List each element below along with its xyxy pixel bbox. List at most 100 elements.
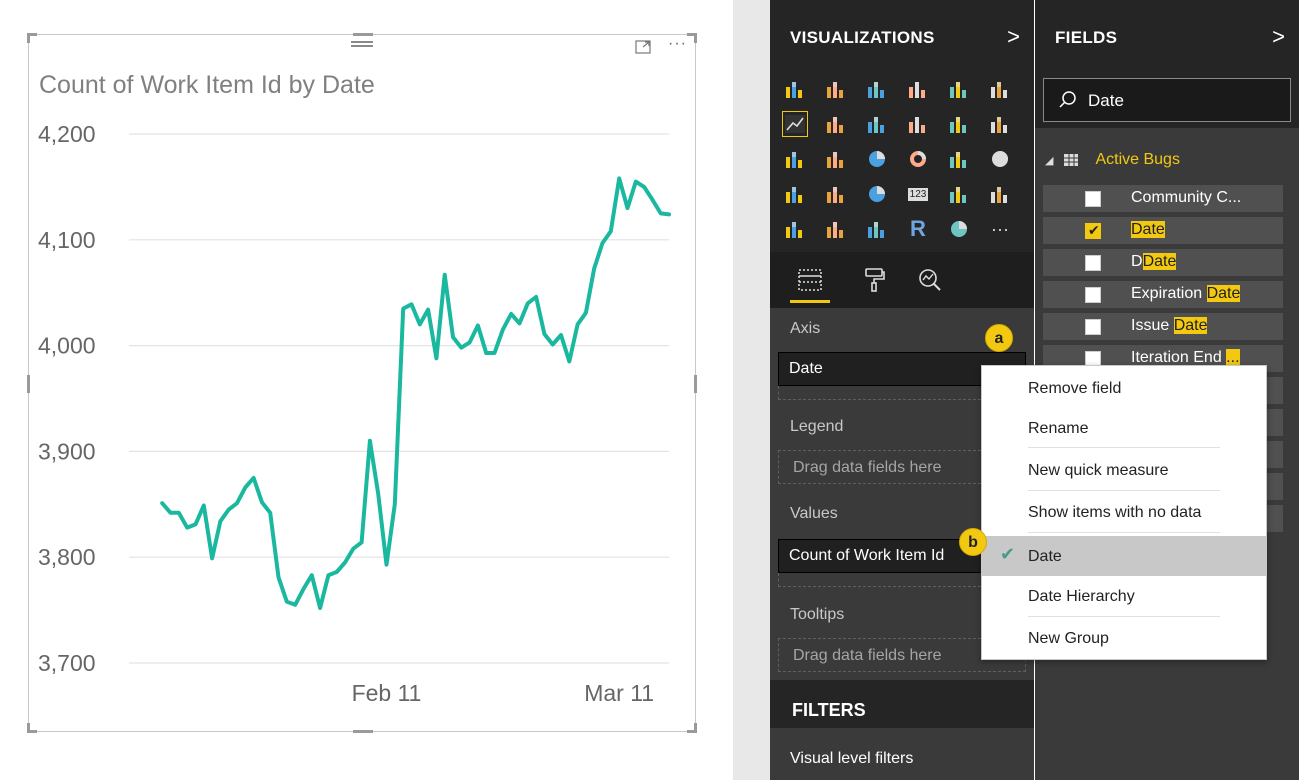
visualizations-title: VISUALIZATIONS: [790, 28, 935, 47]
chart-plot: 4,200 4,100 4,000 3,900 3,800 3,700 Feb 11 Mar …: [38, 121, 671, 706]
field-row[interactable]: Expiration Date: [1043, 281, 1283, 308]
100-stacked-bar-icon[interactable]: [946, 76, 972, 102]
field-name: Date: [1131, 221, 1165, 239]
multirow-card-icon[interactable]: [946, 181, 972, 207]
axis-well-label: Axis: [790, 320, 821, 337]
field-name-text: Community C...: [1131, 189, 1242, 206]
field-row[interactable]: Date: [1043, 217, 1283, 244]
r-visual-icon[interactable]: R: [905, 216, 931, 242]
stacked-area-icon[interactable]: [864, 111, 890, 137]
menu-item-remove-field[interactable]: Remove field: [982, 368, 1266, 408]
analytics-magnifier-icon[interactable]: [910, 260, 950, 300]
map-icon[interactable]: [987, 146, 1013, 172]
axis-field-name: Date: [789, 360, 823, 377]
y-tick-label: 3,700: [38, 650, 96, 676]
field-name: Expiration Date: [1131, 285, 1241, 303]
table-name: Active Bugs: [1095, 151, 1180, 168]
waterfall-icon[interactable]: [782, 146, 808, 172]
treemap-icon[interactable]: [946, 146, 972, 172]
more-glyph: ···: [991, 218, 1009, 239]
x-tick-label: Feb 11: [352, 680, 422, 706]
funnel-icon[interactable]: [823, 181, 849, 207]
field-name-text: Issue: [1131, 317, 1174, 334]
field-checkbox[interactable]: [1085, 319, 1101, 335]
collapse-visualizations-icon[interactable]: >: [1007, 24, 1020, 50]
format-paint-roller-icon[interactable]: [854, 260, 894, 300]
y-tick-label: 4,100: [38, 227, 96, 253]
field-checkbox[interactable]: [1085, 222, 1101, 239]
field-row[interactable]: Community C...: [1043, 185, 1283, 212]
stacked-bar-icon[interactable]: [782, 76, 808, 102]
fields-tab-icon[interactable]: [790, 260, 830, 300]
filters-body: Visual level filters: [770, 728, 1034, 780]
card-icon[interactable]: 123: [905, 181, 931, 207]
visualizations-header: VISUALIZATIONS >: [770, 0, 1034, 70]
menu-separator: [1028, 490, 1220, 491]
donut-icon[interactable]: [905, 146, 931, 172]
field-checkbox[interactable]: [1085, 255, 1101, 271]
menu-item-new-quick-measure[interactable]: New quick measure: [982, 450, 1266, 490]
field-name: Community C...: [1131, 189, 1241, 207]
field-name-text: Iteration End: [1131, 349, 1227, 366]
search-highlight: ...: [1226, 349, 1240, 366]
search-highlight: Date: [1206, 285, 1241, 302]
fields-search-input[interactable]: Date: [1043, 78, 1291, 122]
line-stacked-column-icon[interactable]: [946, 111, 972, 137]
report-canvas: ··· Count of Work Item Id by Date 4,200 4…: [0, 0, 733, 780]
field-name: DDate: [1131, 253, 1177, 271]
stacked-column-icon[interactable]: [823, 76, 849, 102]
filled-map-icon[interactable]: [782, 181, 808, 207]
field-context-menu: Remove field Rename New quick measure Show …: [981, 365, 1267, 660]
field-name-text: D: [1131, 253, 1143, 270]
field-checkbox[interactable]: [1085, 191, 1101, 207]
field-checkbox[interactable]: [1085, 287, 1101, 303]
field-row[interactable]: DDate: [1043, 249, 1283, 276]
search-highlight: Date: [1131, 221, 1165, 238]
field-name-text: Expiration: [1131, 285, 1207, 302]
menu-item-rename[interactable]: Rename: [982, 408, 1266, 448]
fields-header: FIELDS >: [1035, 0, 1299, 70]
pie-icon[interactable]: [864, 146, 890, 172]
more-icon[interactable]: ···: [987, 216, 1013, 242]
table-active-bugs[interactable]: ◢ Active Bugs: [1045, 148, 1180, 172]
kpi-icon[interactable]: [987, 181, 1013, 207]
table-icon[interactable]: [823, 216, 849, 242]
gauge-icon[interactable]: [864, 181, 890, 207]
menu-item-label: Date: [1028, 548, 1062, 565]
search-highlight: Date: [1142, 253, 1177, 270]
menu-item-date-hierarchy[interactable]: Date Hierarchy: [982, 576, 1266, 616]
y-tick-label: 4,200: [38, 121, 96, 147]
checkmark-icon: ✔: [1000, 544, 1016, 564]
expand-triangle-icon[interactable]: ◢: [1045, 154, 1053, 167]
visual-level-filters-label: Visual level filters: [790, 750, 914, 767]
y-tick-label: 4,000: [38, 333, 96, 359]
clustered-bar-icon[interactable]: [864, 76, 890, 102]
area-chart-icon[interactable]: [823, 111, 849, 137]
menu-separator: [1028, 532, 1220, 533]
menu-item-date[interactable]: ✔ Date: [982, 536, 1266, 576]
field-row[interactable]: Issue Date: [1043, 313, 1283, 340]
slicer-icon[interactable]: [782, 216, 808, 242]
line-chart-visual[interactable]: ··· Count of Work Item Id by Date 4,200 4…: [27, 33, 697, 733]
menu-item-new-group[interactable]: New Group: [982, 618, 1266, 658]
tooltips-well-label: Tooltips: [790, 606, 845, 623]
search-icon: [1059, 91, 1076, 108]
callout-badge-b: b: [959, 528, 987, 556]
scatter-icon[interactable]: [823, 146, 849, 172]
matrix-icon[interactable]: [864, 216, 890, 242]
canvas-gutter: [733, 0, 770, 780]
menu-item-show-items-with-no-data[interactable]: Show items with no data: [982, 492, 1266, 532]
100-stacked-column-icon[interactable]: [987, 76, 1013, 102]
line-chart-icon[interactable]: [782, 111, 808, 137]
clustered-column-icon[interactable]: [905, 76, 931, 102]
series-line[interactable]: [160, 176, 671, 610]
collapse-fields-icon[interactable]: >: [1272, 24, 1285, 50]
r-glyph: R: [910, 216, 926, 241]
globe-icon[interactable]: [946, 216, 972, 242]
search-highlight: Date: [1173, 317, 1208, 334]
legend-well-label: Legend: [790, 418, 844, 435]
filters-title: FILTERS: [792, 700, 866, 720]
line-clustered-column-icon[interactable]: [905, 111, 931, 137]
ribbon-chart-icon[interactable]: [987, 111, 1013, 137]
x-tick-label: Mar 11: [584, 680, 654, 706]
